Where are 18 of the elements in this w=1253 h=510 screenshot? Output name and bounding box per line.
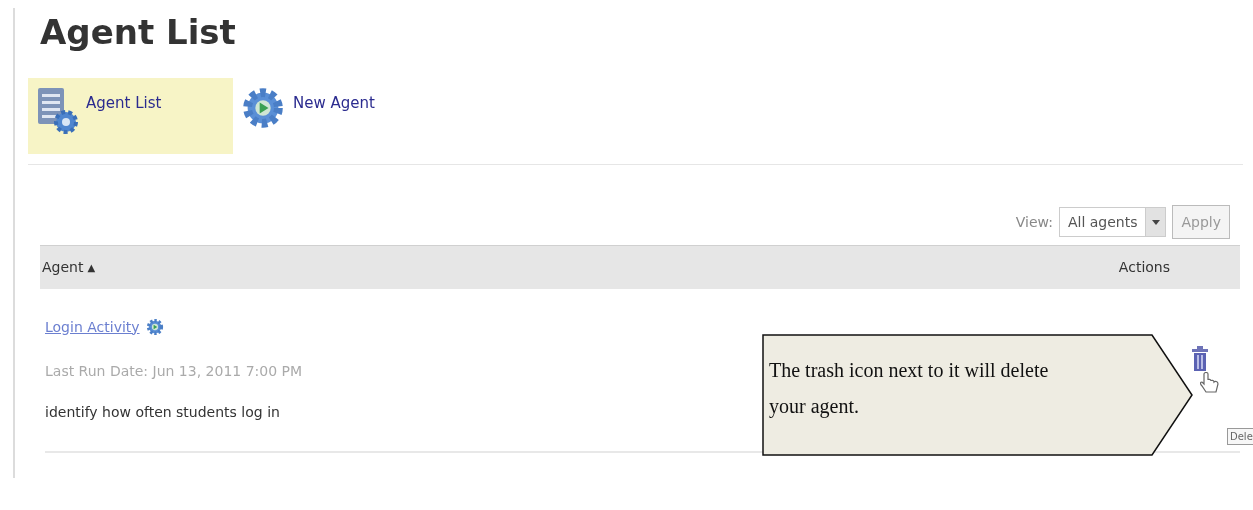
list-gear-icon [36,86,78,134]
agent-description: identify how often students log in [45,403,280,422]
tab[interactable]: New Agent [233,78,391,154]
view-dropdown[interactable]: All agents [1058,207,1167,237]
tooltip: Dele [1227,428,1253,445]
caret-icon [1151,219,1160,225]
view-label: View: [1015,212,1053,232]
gear-icon [145,318,164,336]
trash-icon[interactable] [1191,346,1209,372]
gear-icon [241,86,285,130]
page-title: Agent List [40,14,237,50]
column-header[interactable]: Agent ▲ [42,257,96,278]
column-header: Actions [1118,258,1170,277]
hand-cursor-icon [1200,372,1220,394]
last-run-date: Last Run Date: Jun 13, 2011 7:00 PM [45,362,303,381]
agent-link[interactable]: Login Activity [45,316,140,338]
callout-text: The trash icon next to it will delete your agent. [769,358,1050,420]
tab[interactable]: Agent List [28,78,233,154]
